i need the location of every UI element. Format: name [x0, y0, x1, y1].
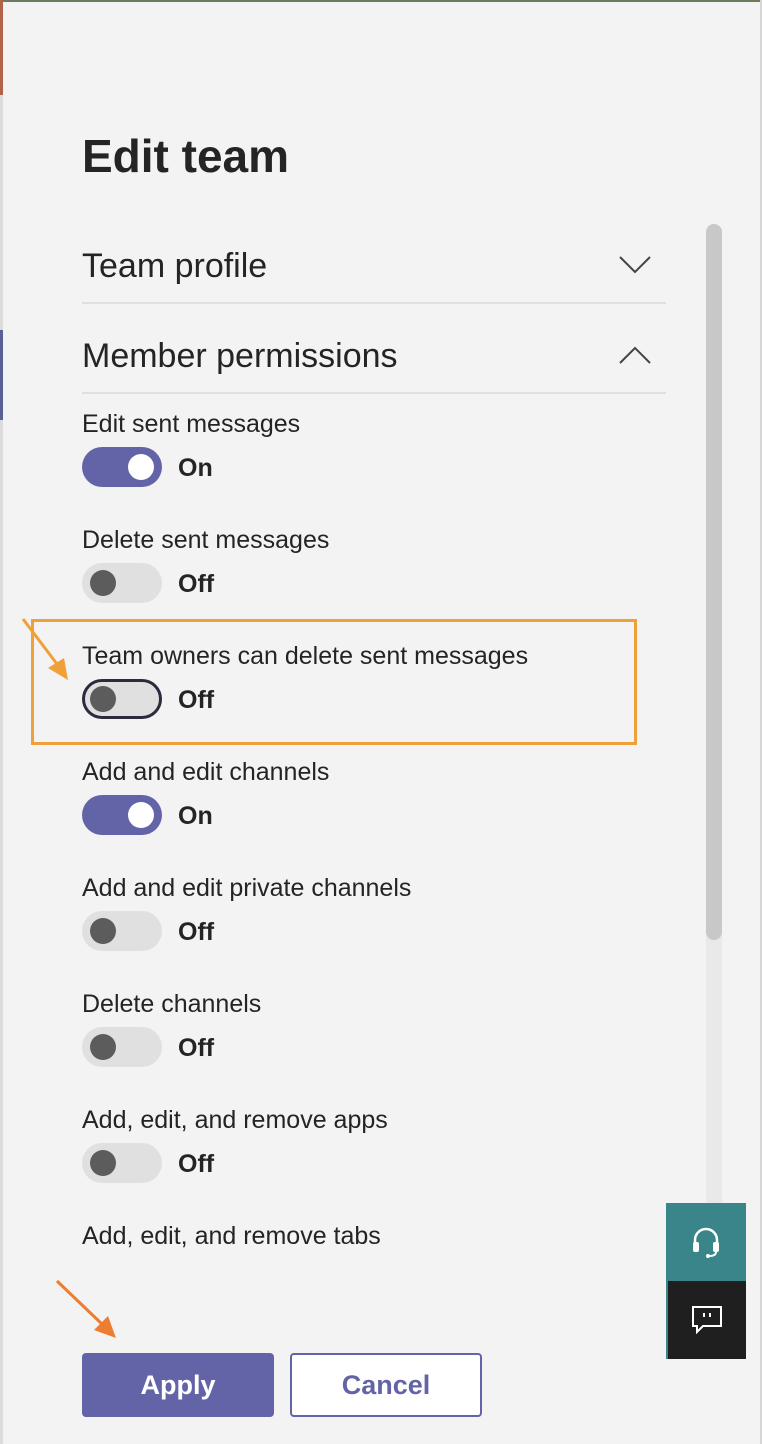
scrollbar-thumb[interactable]: [706, 224, 722, 940]
feedback-icon: [692, 1306, 722, 1335]
permission-label: Delete sent messages: [82, 526, 330, 554]
permission-label: Add and edit private channels: [82, 874, 412, 902]
toggle-switch[interactable]: [82, 563, 162, 603]
annotation-arrow-icon: [21, 618, 68, 680]
toggle-switch[interactable]: [82, 911, 162, 951]
headset-icon: [693, 1227, 719, 1258]
section-team-profile-label: Team profile: [82, 247, 268, 285]
toggle-switch[interactable]: [82, 795, 162, 835]
toggle-state: Off: [178, 686, 215, 714]
toggle-state: Off: [178, 918, 215, 946]
toggle-knob: [90, 570, 116, 596]
toggle-state: Off: [178, 1034, 215, 1062]
background-app-mark: [0, 330, 3, 420]
toggle-knob: [90, 1034, 116, 1060]
permission-label: Edit sent messages: [82, 410, 301, 438]
background-app-accent: [0, 0, 3, 95]
permission-label: Team owners can delete sent messages: [82, 642, 529, 670]
toggle-state: Off: [178, 570, 215, 598]
permission-label: Add, edit, and remove apps: [82, 1106, 388, 1134]
apply-button[interactable]: Apply: [82, 1353, 274, 1417]
section-member-permissions-label: Member permissions: [82, 337, 398, 375]
toggle-switch[interactable]: [82, 447, 162, 487]
permission-label: Add, edit, and remove tabs: [82, 1222, 381, 1250]
toggle-knob: [90, 918, 116, 944]
permission-label: Add and edit channels: [82, 758, 330, 786]
section-team-profile[interactable]: Team profile: [82, 214, 666, 304]
window-top-edge: [0, 0, 762, 2]
toggle-state: Off: [178, 1150, 215, 1178]
cancel-button[interactable]: Cancel: [290, 1353, 482, 1417]
section-member-permissions[interactable]: Member permissions: [82, 304, 666, 394]
annotation-arrow-icon: [55, 1279, 116, 1338]
dialog-title: Edit team: [82, 130, 290, 182]
toggle-state: On: [178, 454, 213, 482]
feedback-button[interactable]: [666, 1281, 746, 1359]
toggle-knob: [90, 1150, 116, 1176]
toggle-knob: [90, 686, 116, 712]
chevron-up-icon: [619, 346, 651, 364]
permission-label: Delete channels: [82, 990, 262, 1018]
toggle-state: On: [178, 802, 213, 830]
help-button[interactable]: [666, 1203, 746, 1281]
toggle-switch[interactable]: [82, 679, 162, 719]
background-app-edge: [0, 0, 3, 1444]
chevron-down-icon: [619, 256, 651, 274]
toggle-knob: [128, 454, 154, 480]
toggle-switch[interactable]: [82, 1027, 162, 1067]
toggle-knob: [128, 802, 154, 828]
toggle-switch[interactable]: [82, 1143, 162, 1183]
